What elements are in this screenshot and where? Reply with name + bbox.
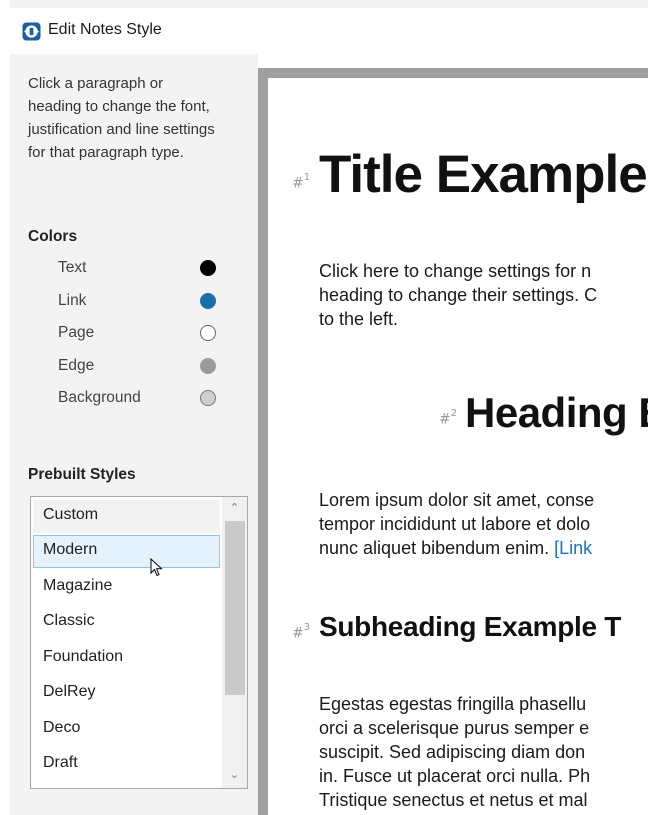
text-line: Click here to change settings for n xyxy=(319,261,592,281)
paragraph-2[interactable]: Lorem ipsum dolor sit amet, conse tempor… xyxy=(319,488,594,560)
text-line: suscipit. Sed adipiscing diam don xyxy=(319,742,586,762)
text-line: Lorem ipsum dolor sit amet, conse xyxy=(319,490,595,510)
scroll-up-icon[interactable]: ⌃ xyxy=(222,497,247,519)
paragraph-3[interactable]: Egestas egestas fringilla phasellu orci … xyxy=(319,692,590,812)
list-item-custom[interactable]: Custom xyxy=(33,500,220,533)
scroll-down-icon[interactable]: ⌄ xyxy=(222,764,247,786)
subheading-example[interactable]: Subheading Example T xyxy=(319,611,621,643)
color-label: Text xyxy=(58,259,87,276)
window-title: Edit Notes Style xyxy=(48,21,162,38)
color-swatch-page[interactable] xyxy=(200,325,216,341)
color-row-edge[interactable]: Edge xyxy=(58,352,228,385)
color-label: Page xyxy=(58,324,95,341)
list-item-magazine[interactable]: Magazine xyxy=(33,571,220,604)
text-segment: nunc aliquet bibendum enim. xyxy=(319,538,555,558)
window-top-strip xyxy=(10,0,648,8)
paragraph-1[interactable]: Click here to change settings for n head… xyxy=(319,259,597,331)
list-item-foundation[interactable]: Foundation xyxy=(33,642,220,675)
paragraph-number: #3 xyxy=(292,622,311,642)
sidebar-bottom xyxy=(10,800,258,815)
list-item-draft[interactable]: Draft xyxy=(33,748,220,781)
list-item-deco[interactable]: Deco xyxy=(33,713,220,746)
text-line: nunc aliquet bibendum enim. [Link xyxy=(319,536,594,560)
text-line: in. Fusce ut placerat orci nulla. Ph xyxy=(319,766,591,786)
text-line: Tristique senectus et netus et mal xyxy=(319,790,588,810)
color-label: Link xyxy=(58,292,87,309)
color-row-background[interactable]: Background xyxy=(58,384,228,417)
list-item-modern[interactable]: Modern xyxy=(33,535,220,568)
color-row-page[interactable]: Page xyxy=(58,319,228,352)
text-line: orci a scelerisque purus semper e xyxy=(319,718,590,738)
preview-page[interactable]: #1 Title Example Click here to change se… xyxy=(268,78,648,815)
paragraph-number: #1 xyxy=(292,172,311,192)
text-line: Egestas egestas fringilla phasellu xyxy=(319,694,587,714)
prebuilt-styles-list[interactable]: Custom Modern Magazine Classic Foundatio… xyxy=(30,496,248,789)
app-logo-icon xyxy=(22,22,41,41)
text-line: to the left. xyxy=(319,309,399,329)
color-swatch-link[interactable] xyxy=(200,293,216,309)
color-row-link[interactable]: Link xyxy=(58,287,228,320)
color-row-text[interactable]: Text xyxy=(58,254,228,287)
color-swatch-background[interactable] xyxy=(200,390,216,406)
help-text: Click a paragraph or heading to change t… xyxy=(28,75,215,161)
paragraph-number: #2 xyxy=(439,408,458,428)
colors-title: Colors xyxy=(28,228,78,245)
title-example[interactable]: Title Example xyxy=(319,144,648,205)
list-item-classic[interactable]: Classic xyxy=(33,606,220,639)
sidebar: Click a paragraph or heading to change t… xyxy=(10,54,258,815)
color-swatch-text[interactable] xyxy=(200,260,216,276)
color-label: Background xyxy=(58,389,141,406)
prebuilt-styles-title: Prebuilt Styles xyxy=(28,466,136,483)
text-line: tempor incididunt ut labore et dolo xyxy=(319,514,591,534)
list-scrollbar[interactable]: ⌃ ⌄ xyxy=(222,497,247,788)
heading-example[interactable]: Heading E xyxy=(465,389,648,437)
list-item-delrey[interactable]: DelRey xyxy=(33,677,220,710)
color-label: Edge xyxy=(58,357,95,374)
text-line: heading to change their settings. C xyxy=(319,285,598,305)
mouse-cursor-icon xyxy=(150,558,163,577)
scroll-thumb[interactable] xyxy=(225,521,245,695)
title-bar[interactable]: Edit Notes Style xyxy=(10,8,648,54)
color-swatch-edge[interactable] xyxy=(200,358,216,374)
link-text[interactable]: [Link xyxy=(554,538,592,558)
